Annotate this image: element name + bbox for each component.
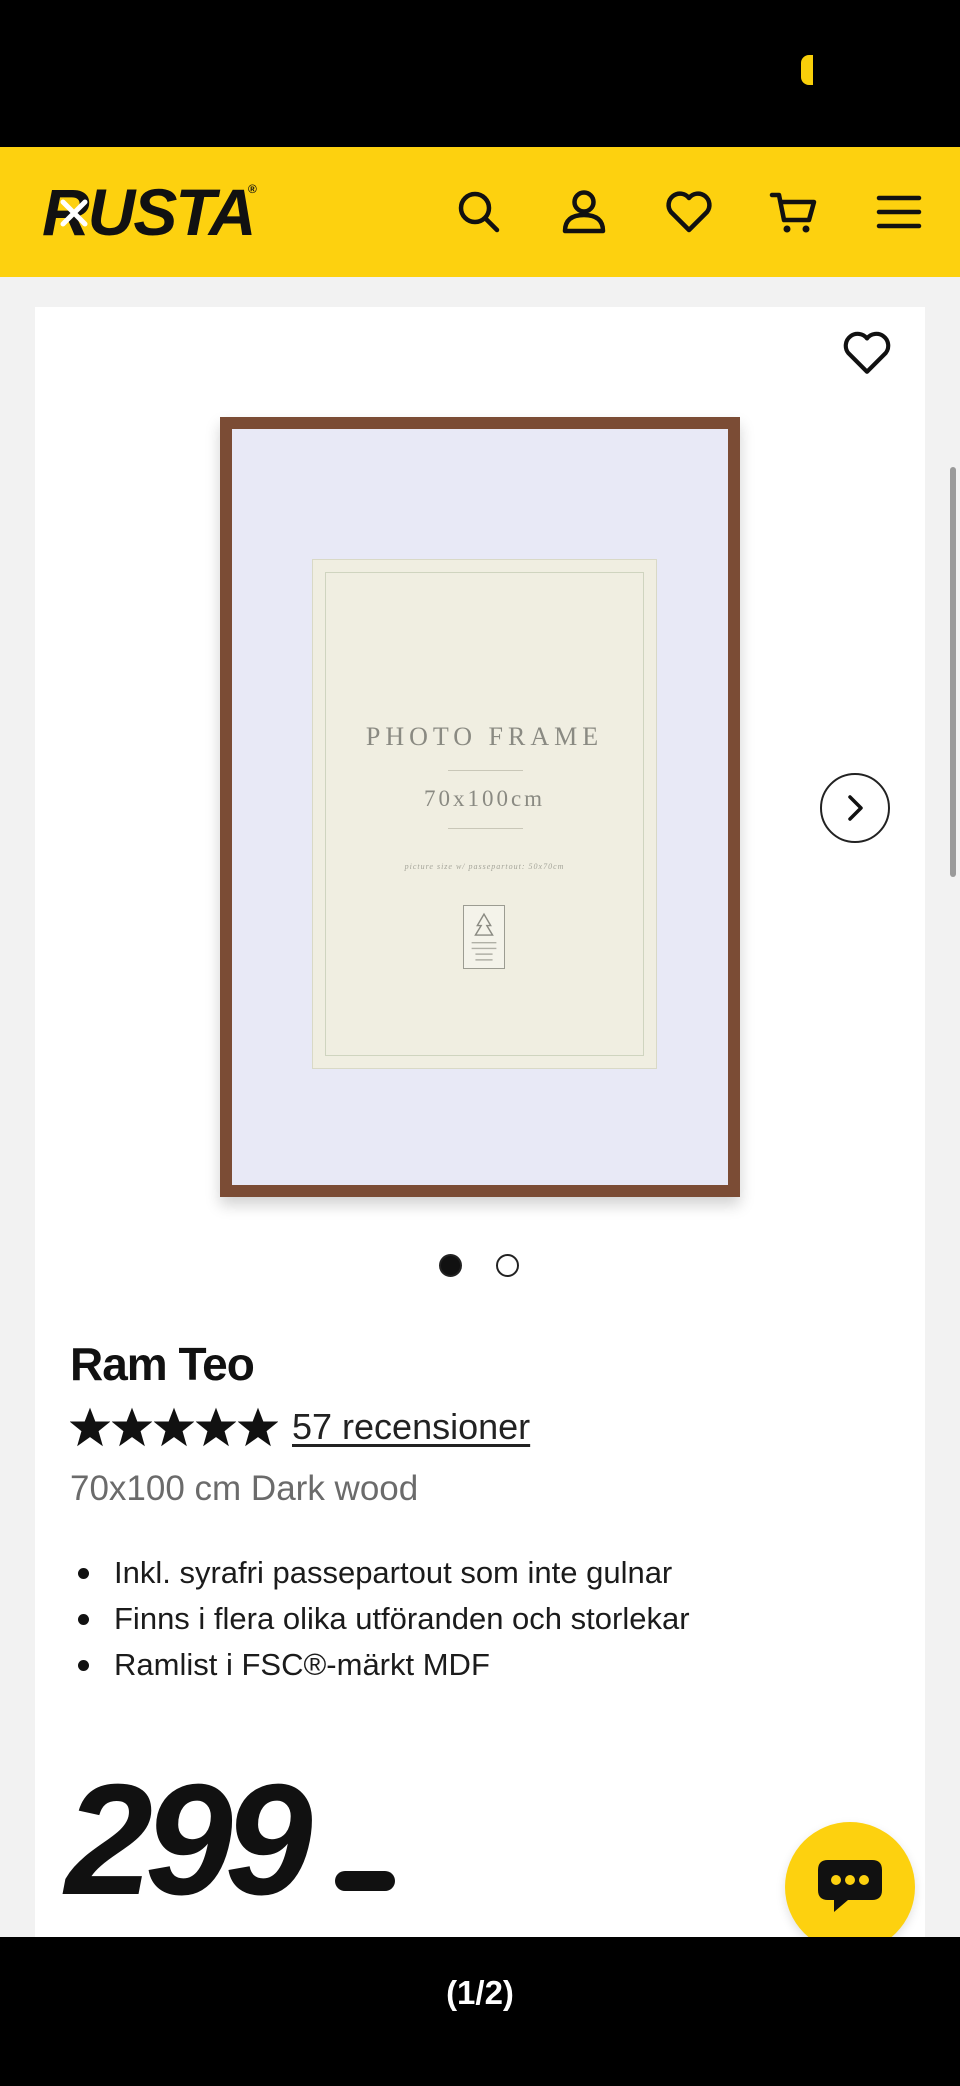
- fsc-label-icon: [463, 905, 505, 969]
- account-button[interactable]: [557, 185, 611, 239]
- insert-fine-print: picture size w/ passepartout: 50x70cm: [404, 862, 565, 871]
- viewer-bottom-bar: (1/2): [0, 1937, 960, 2086]
- product-rating: 57 recensioner: [70, 1404, 530, 1450]
- star-icon: [196, 1407, 236, 1447]
- product-title: Ram Teo: [70, 1338, 255, 1390]
- search-button[interactable]: [452, 185, 506, 239]
- star-icon: [154, 1407, 194, 1447]
- close-icon[interactable]: [54, 193, 94, 233]
- star-icon: [112, 1407, 152, 1447]
- carousel-next-button[interactable]: [820, 773, 890, 843]
- page-scrollbar[interactable]: [950, 467, 956, 877]
- frame-insert-card: PHOTO FRAME 70x100cm picture size w/ pas…: [312, 559, 657, 1069]
- heart-icon: [666, 191, 712, 233]
- feature-item: Finns i flera olika utföranden och storl…: [70, 1596, 890, 1642]
- search-icon: [458, 191, 500, 233]
- reviews-link[interactable]: 57 recensioner: [292, 1405, 530, 1449]
- cart-icon: [769, 192, 817, 233]
- rusta-logo[interactable]: RUSTA ®: [32, 177, 262, 247]
- price-dash: [335, 1871, 395, 1891]
- account-icon: [562, 190, 606, 234]
- carousel-dot[interactable]: [439, 1254, 462, 1277]
- logo-registered-mark: ®: [248, 182, 257, 196]
- site-header: RUSTA ®: [0, 147, 960, 277]
- star-icon: [70, 1407, 110, 1447]
- status-bar: [0, 0, 960, 147]
- hamburger-menu-icon: [876, 195, 922, 229]
- feature-item: Inkl. syrafri passepartout som inte guln…: [70, 1550, 890, 1596]
- product-price: 299: [65, 1752, 313, 1928]
- product-page: PHOTO FRAME 70x100cm picture size w/ pas…: [0, 277, 960, 1952]
- heart-icon: [843, 331, 891, 374]
- menu-button[interactable]: [872, 185, 926, 239]
- carousel-dot[interactable]: [496, 1254, 519, 1277]
- cart-button[interactable]: [767, 185, 821, 239]
- insert-title: PHOTO FRAME: [365, 722, 604, 751]
- chat-button[interactable]: [785, 1822, 915, 1952]
- rating-stars: [70, 1407, 278, 1447]
- carousel-dots: [439, 1254, 519, 1280]
- status-indicator: [801, 55, 813, 85]
- star-icon: [238, 1407, 278, 1447]
- insert-size: 70x100cm: [423, 786, 546, 811]
- frame-passepartout: PHOTO FRAME 70x100cm picture size w/ pas…: [232, 429, 728, 1185]
- product-variant: 70x100 cm Dark wood: [70, 1469, 419, 1508]
- chat-bubble-icon: [818, 1860, 882, 1912]
- chevron-right-icon: [848, 795, 863, 821]
- product-card: PHOTO FRAME 70x100cm picture size w/ pas…: [35, 307, 925, 1952]
- feature-item: Ramlist i FSC®-märkt MDF: [70, 1642, 890, 1688]
- add-to-wishlist-button[interactable]: [835, 321, 899, 385]
- wishlist-button[interactable]: [662, 185, 716, 239]
- product-image[interactable]: PHOTO FRAME 70x100cm picture size w/ pas…: [220, 417, 740, 1197]
- feature-list: Inkl. syrafri passepartout som inte guln…: [70, 1550, 890, 1688]
- page-counter: (1/2): [446, 1974, 514, 2011]
